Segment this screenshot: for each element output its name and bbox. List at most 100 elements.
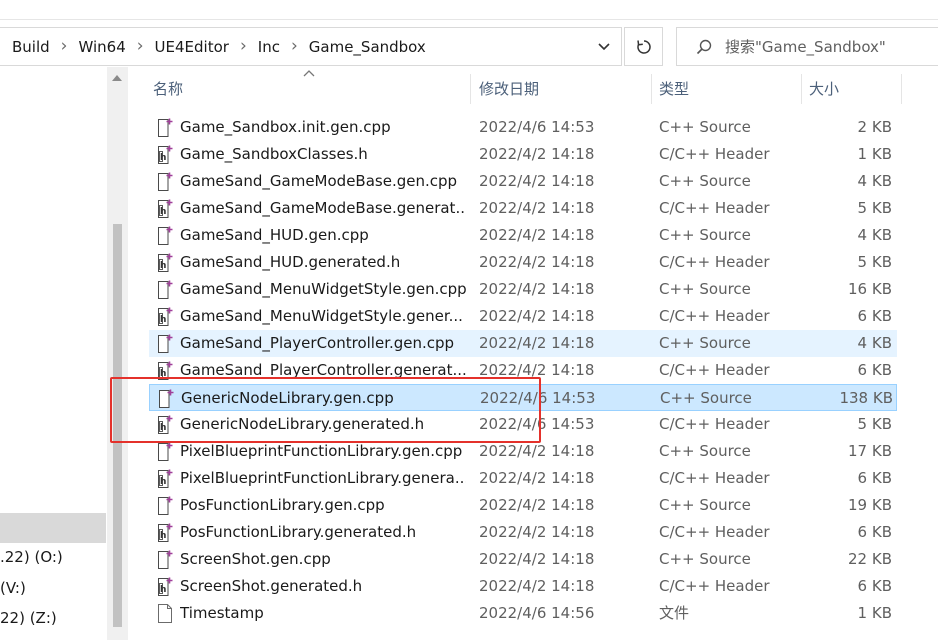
search-input[interactable]: 搜索"Game_Sandbox" <box>725 36 886 57</box>
cpp-file-icon <box>157 172 173 191</box>
file-row[interactable]: h ScreenShot.generated.h 2022/4/2 14:18 C/C… <box>149 573 897 600</box>
file-row[interactable]: ScreenShot.gen.cpp 2022/4/2 14:18 C++ Sour… <box>149 546 897 573</box>
file-size: 4 KB <box>857 226 892 244</box>
file-type: C++ Source <box>659 118 751 136</box>
file-type: C++ Source <box>659 496 751 514</box>
file-modified-date: 2022/4/2 14:18 <box>479 334 595 352</box>
nav-scrollbar[interactable] <box>107 67 128 640</box>
chevron-right-icon[interactable]: › <box>137 36 144 56</box>
header-file-icon: h <box>157 469 173 488</box>
breadcrumb-game-sandbox[interactable]: Game_Sandbox <box>309 38 426 56</box>
file-modified-date: 2022/4/2 14:18 <box>479 145 595 163</box>
nav-drive-z[interactable]: 22) (Z:) <box>0 609 57 627</box>
file-modified-date: 2022/4/6 14:53 <box>479 118 595 136</box>
cpp-file-icon <box>157 226 173 245</box>
file-modified-date: 2022/4/2 14:18 <box>479 253 595 271</box>
file-modified-date: 2022/4/6 14:53 <box>479 415 595 433</box>
file-name: PosFunctionLibrary.generated.h <box>180 523 417 541</box>
file-size: 2 KB <box>857 118 892 136</box>
nav-drive-o[interactable]: .22) (O:) <box>0 548 63 566</box>
refresh-icon <box>636 39 651 54</box>
file-modified-date: 2022/4/2 14:18 <box>479 226 595 244</box>
file-size: 1 KB <box>857 604 892 622</box>
file-row[interactable]: Timestamp 2022/4/6 14:56 文件 1 KB <box>149 600 897 627</box>
file-name: GameSand_HUD.generated.h <box>180 253 401 271</box>
file-size: 4 KB <box>857 172 892 190</box>
scroll-up-arrow-icon[interactable] <box>112 75 122 81</box>
file-modified-date: 2022/4/2 14:18 <box>479 496 595 514</box>
column-header-date[interactable]: 修改日期 <box>471 70 651 106</box>
file-row[interactable]: GameSand_PlayerController.gen.cpp 2022/4/… <box>149 330 897 357</box>
file-row[interactable]: h GameSand_GameModeBase.generat... 2022/4/… <box>149 195 897 222</box>
file-row[interactable]: PosFunctionLibrary.gen.cpp 2022/4/2 14:18… <box>149 492 897 519</box>
file-row[interactable]: h GameSand_HUD.generated.h 2022/4/2 14:18 C… <box>149 249 897 276</box>
header-file-icon: h <box>157 253 173 272</box>
breadcrumb-build[interactable]: Build <box>12 38 50 56</box>
refresh-button[interactable] <box>624 27 663 66</box>
file-row[interactable]: GameSand_HUD.gen.cpp 2022/4/2 14:18 C++ So… <box>149 222 897 249</box>
cpp-file-icon <box>157 496 173 515</box>
chevron-right-icon[interactable]: › <box>61 36 68 56</box>
file-size: 16 KB <box>848 280 892 298</box>
file-name: GameSand_MenuWidgetStyle.gen.cpp <box>180 280 466 298</box>
file-modified-date: 2022/4/2 14:18 <box>479 442 595 460</box>
file-modified-date: 2022/4/2 14:18 <box>479 199 595 217</box>
file-row[interactable]: h PosFunctionLibrary.generated.h 2022/4/2 … <box>149 519 897 546</box>
column-header-name[interactable]: 名称 <box>145 70 470 106</box>
chevron-down-icon[interactable] <box>594 38 614 56</box>
column-header-date-label: 修改日期 <box>479 79 540 98</box>
header-file-icon: h <box>157 199 173 218</box>
file-type: C++ Source <box>659 226 751 244</box>
chevron-right-icon[interactable]: › <box>240 36 247 56</box>
nav-drive-v[interactable]: (V:) <box>0 579 26 597</box>
address-bar[interactable]: Build › Win64 › UE4Editor › Inc › Game_S… <box>0 27 622 66</box>
file-modified-date: 2022/4/2 14:18 <box>479 172 595 190</box>
file-name: GenericNodeLibrary.gen.cpp <box>181 389 394 407</box>
breadcrumb-win64[interactable]: Win64 <box>78 38 125 56</box>
column-header-size[interactable]: 大小 <box>801 70 901 106</box>
column-header-size-label: 大小 <box>809 79 840 98</box>
header-file-icon: h <box>157 145 173 164</box>
file-size: 19 KB <box>848 496 892 514</box>
file-size: 6 KB <box>857 469 892 487</box>
column-header-type[interactable]: 类型 <box>651 70 801 106</box>
file-size: 1 KB <box>857 145 892 163</box>
cpp-file-icon <box>157 280 173 299</box>
file-row[interactable]: Game_Sandbox.init.gen.cpp 2022/4/6 14:53 C… <box>149 114 897 141</box>
file-row[interactable]: h GenericNodeLibrary.generated.h 2022/4/6 … <box>149 411 897 438</box>
file-name: GameSand_GameModeBase.generat... <box>180 199 466 217</box>
column-divider[interactable] <box>901 74 902 104</box>
header-file-icon: h <box>157 577 173 596</box>
file-row[interactable]: h Game_SandboxClasses.h 2022/4/2 14:18 C/C+… <box>149 141 897 168</box>
file-row[interactable]: h GameSand_PlayerController.generat... 202… <box>149 357 897 384</box>
search-box[interactable]: 搜索"Game_Sandbox" <box>676 27 938 66</box>
file-row[interactable]: h PixelBlueprintFunctionLibrary.genera...… <box>149 465 897 492</box>
file-type: C/C++ Header <box>659 415 770 433</box>
header-file-icon: h <box>157 361 173 380</box>
title-bar-strip <box>0 0 938 20</box>
file-type: C++ Source <box>659 280 751 298</box>
file-row[interactable]: GameSand_MenuWidgetStyle.gen.cpp 2022/4/2… <box>149 276 897 303</box>
file-type: C/C++ Header <box>659 253 770 271</box>
file-row[interactable]: GenericNodeLibrary.gen.cpp 2022/4/6 14:53… <box>149 384 897 411</box>
chevron-right-icon[interactable]: › <box>291 36 298 56</box>
file-name: ScreenShot.gen.cpp <box>180 550 331 568</box>
file-size: 4 KB <box>857 334 892 352</box>
file-row[interactable]: PixelBlueprintFunctionLibrary.gen.cpp 202… <box>149 438 897 465</box>
file-row[interactable]: h GameSand_MenuWidgetStyle.gener... 2022/4… <box>149 303 897 330</box>
header-file-icon: h <box>157 523 173 542</box>
file-size: 5 KB <box>857 199 892 217</box>
breadcrumb-ue4editor[interactable]: UE4Editor <box>155 38 229 56</box>
file-name: PixelBlueprintFunctionLibrary.gen.cpp <box>180 442 463 460</box>
navigation-pane: .22) (O:) (V:) 22) (Z:) <box>0 67 128 640</box>
nav-selected-item[interactable] <box>0 513 106 543</box>
file-name: Game_SandboxClasses.h <box>180 145 368 163</box>
file-modified-date: 2022/4/6 14:56 <box>479 604 595 622</box>
breadcrumb: Build › Win64 › UE4Editor › Inc › Game_S… <box>12 28 426 65</box>
file-name: PixelBlueprintFunctionLibrary.genera... <box>180 469 466 487</box>
breadcrumb-inc[interactable]: Inc <box>258 38 280 56</box>
file-type: C/C++ Header <box>659 199 770 217</box>
file-name: GameSand_PlayerController.generat... <box>180 361 466 379</box>
scrollbar-thumb[interactable] <box>113 224 122 627</box>
file-row[interactable]: GameSand_GameModeBase.gen.cpp 2022/4/2 14… <box>149 168 897 195</box>
